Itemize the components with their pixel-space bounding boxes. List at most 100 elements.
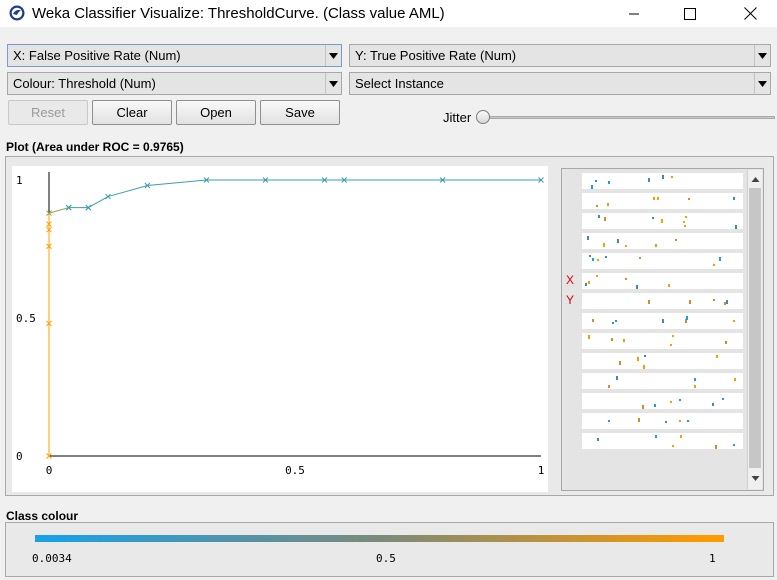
roc-curve-segment [88, 196, 109, 209]
strip-dot [672, 445, 674, 447]
dropdown-arrow[interactable] [325, 73, 341, 94]
attribute-strip[interactable] [582, 393, 743, 409]
strip-dot [661, 219, 663, 223]
strip-dot [596, 275, 598, 277]
dropdown-arrow[interactable] [325, 45, 341, 66]
strip-dot [655, 244, 657, 247]
attribute-strip[interactable] [582, 293, 743, 309]
chevron-up-icon[interactable] [748, 172, 763, 188]
strip-dot [679, 420, 681, 422]
y-tick-label: 1 [16, 174, 23, 187]
strip-dot [653, 197, 655, 200]
strip-dot [689, 300, 691, 304]
attribute-strip[interactable] [582, 233, 743, 249]
strip-dot [688, 198, 690, 200]
strip-dot [726, 300, 728, 304]
close-icon [743, 7, 757, 20]
attribute-strip[interactable] [582, 333, 743, 349]
strip-dot [638, 418, 640, 422]
strip-dot [625, 245, 627, 247]
chevron-down-icon [329, 52, 338, 59]
strip-dot [734, 378, 736, 381]
strip-dot [670, 344, 672, 346]
class-colour-title: Class colour [6, 509, 79, 523]
strip-dot [608, 181, 610, 184]
instance-select[interactable]: Select Instance [349, 72, 771, 95]
roc-chart[interactable]: 0 0.5 1 1 0.5 0 [12, 166, 548, 492]
strip-dot [662, 175, 664, 179]
jitter-slider-track[interactable] [480, 116, 775, 119]
strip-dot [686, 316, 688, 320]
y-tick-label: 0.5 [16, 312, 36, 325]
plot-area[interactable]: 0 0.5 1 1 0.5 0 [12, 166, 548, 492]
strip-dot [639, 257, 641, 259]
maximize-button[interactable] [667, 0, 713, 27]
vertical-scrollbar[interactable] [747, 170, 762, 489]
strip-dot [597, 259, 599, 261]
strip-dot [722, 398, 724, 400]
strip-dot [608, 420, 610, 422]
x-axis-value: X: False Positive Rate (Num) [13, 48, 181, 63]
strip-dot [587, 236, 589, 240]
strip-dot [588, 335, 590, 339]
attribute-strip[interactable] [582, 373, 743, 389]
open-button[interactable]: Open [176, 100, 256, 125]
strip-dot [735, 225, 737, 229]
dropdown-arrow[interactable] [754, 73, 770, 94]
class-colour-max: 1 [709, 552, 716, 565]
y-axis-select[interactable]: Y: True Positive Rate (Num) [349, 44, 771, 67]
strip-dot [715, 445, 717, 449]
class-colour-panel [5, 522, 774, 577]
minimize-button[interactable] [611, 0, 657, 27]
attribute-strips[interactable] [562, 169, 765, 492]
minimize-icon [629, 13, 639, 14]
jitter-slider-thumb[interactable] [476, 110, 490, 124]
clear-button[interactable]: Clear [92, 100, 172, 125]
x-tick-label: 0 [46, 464, 53, 477]
strip-dot [607, 203, 609, 206]
strip-dot [623, 339, 625, 342]
y-axis-value: Y: True Positive Rate (Num) [355, 48, 517, 63]
attribute-strip[interactable] [582, 273, 743, 289]
strip-dot [591, 185, 593, 189]
attribute-strip[interactable] [582, 253, 743, 269]
attribute-strip[interactable] [582, 413, 743, 429]
strip-dot [604, 217, 606, 221]
attribute-strip[interactable] [582, 353, 743, 369]
strip-dot [588, 281, 590, 284]
strip-dot [589, 255, 591, 257]
chevron-down-icon [758, 52, 767, 59]
strip-dot [608, 385, 610, 388]
strip-dot [683, 221, 685, 223]
strip-dot [713, 264, 715, 266]
attribute-strip[interactable] [582, 433, 743, 449]
colour-select[interactable]: Colour: Threshold (Num) [7, 72, 342, 95]
dropdown-arrow[interactable] [754, 45, 770, 66]
strip-dot [733, 320, 735, 322]
strip-dot [670, 401, 672, 403]
scroll-thumb[interactable] [749, 188, 761, 468]
strip-dot [713, 299, 715, 301]
colour-value: Colour: Threshold (Num) [13, 76, 156, 91]
x-axis-select[interactable]: X: False Positive Rate (Num) [7, 44, 342, 67]
chevron-down-icon[interactable] [748, 471, 763, 487]
title-bar: Weka Classifier Visualize: ThresholdCurv… [0, 0, 777, 27]
strip-dot [598, 215, 600, 218]
strip-dot [657, 197, 659, 200]
reset-button[interactable]: Reset [8, 100, 88, 125]
instance-value: Select Instance [355, 76, 444, 91]
strip-dot [671, 176, 673, 178]
strip-dot [643, 365, 645, 369]
attribute-strip[interactable] [582, 193, 743, 209]
strip-dot [617, 239, 619, 243]
strip-dot [654, 404, 656, 407]
strip-dot [687, 420, 689, 422]
save-button[interactable]: Save [260, 100, 340, 125]
weka-bird-icon [9, 5, 25, 21]
class-colour-gradient [35, 535, 724, 542]
strip-dot [592, 319, 594, 322]
strip-dot [684, 225, 686, 227]
strip-dot [615, 320, 617, 322]
strip-dot [724, 302, 726, 305]
close-button[interactable] [727, 0, 773, 27]
